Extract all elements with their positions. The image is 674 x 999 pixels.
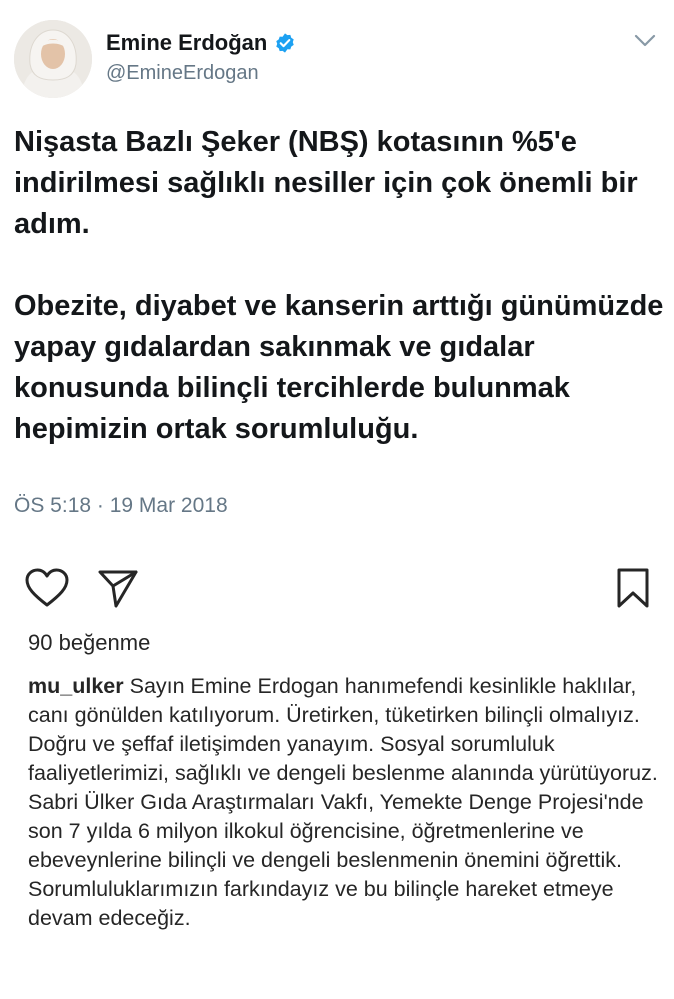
tweet-card: Emine Erdoğan @EmineErdogan Nişasta Bazl… [0,0,674,540]
user-handle[interactable]: @EmineErdogan [106,62,259,85]
comment-text: Sayın Emine Erdogan hanımefendi kesinlik… [28,674,658,930]
bookmark-icon[interactable] [616,567,650,609]
verified-badge-icon [276,33,295,53]
chevron-down-icon[interactable] [634,34,656,48]
comment: mu_ulker Sayın Emine Erdogan hanımefendi … [28,672,658,933]
instagram-post-footer: 90 beğenme mu_ulker Sayın Emine Erdogan h… [0,540,674,999]
tweet-paragraph-1: Nişasta Bazlı Şeker (NBŞ) kotasının %5'e… [14,126,638,240]
display-name[interactable]: Emine Erdoğan [106,30,267,56]
comment-username[interactable]: mu_ulker [28,674,124,698]
heart-icon[interactable] [24,567,70,609]
avatar[interactable] [14,20,92,98]
tweet-timestamp[interactable]: ÖS 5:18 · 19 Mar 2018 [14,494,228,518]
tweet-text: Nişasta Bazlı Şeker (NBŞ) kotasının %5'e… [14,122,664,450]
send-icon[interactable] [96,566,140,610]
author-name-row[interactable]: Emine Erdoğan [106,30,296,56]
tweet-paragraph-2: Obezite, diyabet ve kanserin arttığı gün… [14,290,664,445]
likes-count[interactable]: 90 beğenme [28,630,150,656]
